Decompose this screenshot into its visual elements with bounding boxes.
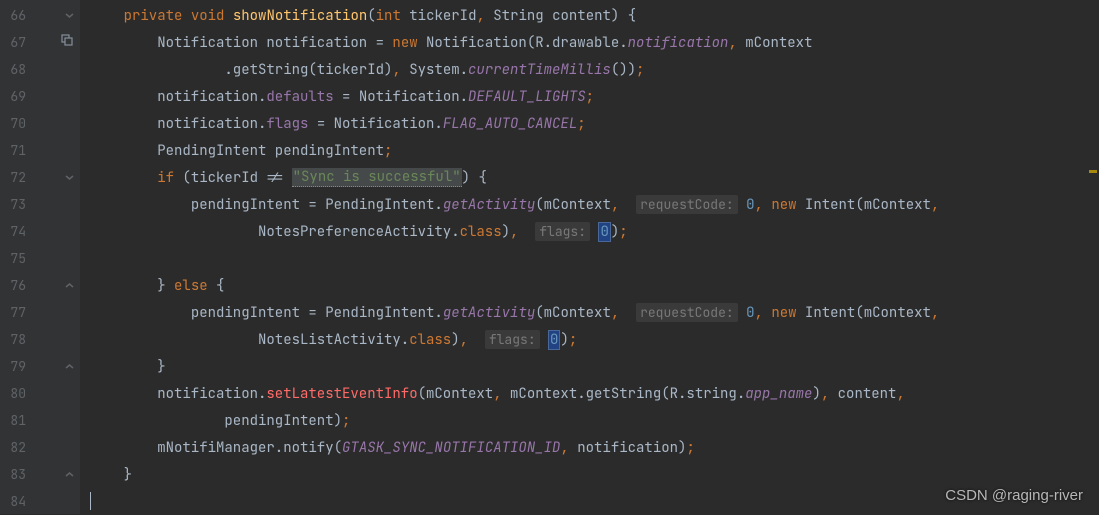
code-line-74: NotesPreferenceActivity.class), flags: 0… [80,218,1099,245]
code-line-75 [80,245,1099,272]
code-line-69: notification.defaults = Notification.DEF… [80,83,1099,110]
watermark-text: CSDN @raging-river [945,487,1083,504]
fold-marker-icon[interactable] [64,11,74,21]
line-number: 75 [0,250,30,267]
code-line-67: Notification notification = new Notifica… [80,29,1099,56]
fold-marker-icon[interactable] [64,173,74,183]
line-number: 68 [0,61,30,78]
code-line-73: pendingIntent = PendingIntent.getActivit… [80,191,1099,218]
code-line-66: private void showNotification(int ticker… [80,2,1099,29]
code-line-78: NotesListActivity.class), flags: 0); [80,326,1099,353]
line-number: 70 [0,115,30,132]
code-content[interactable]: private void showNotification(int ticker… [80,0,1099,514]
line-number: 71 [0,142,30,159]
code-line-82: mNotifiManager.notify(GTASK_SYNC_NOTIFIC… [80,434,1099,461]
line-number: 76 [0,277,30,294]
code-editor: 66 67 68 69 70 71 72 73 74 75 76 77 78 7… [0,0,1099,514]
code-line-77: pendingIntent = PendingIntent.getActivit… [80,299,1099,326]
parameter-hint: requestCode: [636,195,738,214]
code-line-79: } [80,353,1099,380]
line-number: 81 [0,412,30,429]
line-number: 73 [0,196,30,213]
line-number: 77 [0,304,30,321]
fold-close-icon[interactable] [64,281,74,291]
line-number: 83 [0,466,30,483]
gutter: 66 67 68 69 70 71 72 73 74 75 76 77 78 7… [0,0,80,514]
line-number: 84 [0,493,30,510]
fold-close-icon[interactable] [64,362,74,372]
line-number: 79 [0,358,30,375]
parameter-hint: flags: [485,330,540,349]
code-line-70: notification.flags = Notification.FLAG_A… [80,110,1099,137]
copy-icon[interactable] [60,33,74,52]
line-number: 66 [0,7,30,24]
fold-close-icon[interactable] [64,470,74,480]
line-number: 78 [0,331,30,348]
line-number: 72 [0,169,30,186]
code-line-71: PendingIntent pendingIntent; [80,137,1099,164]
code-line-81: pendingIntent); [80,407,1099,434]
text-cursor [90,492,91,510]
code-line-83: } [80,461,1099,488]
line-number: 69 [0,88,30,105]
line-number: 82 [0,439,30,456]
parameter-hint: requestCode: [636,303,738,322]
scrollbar-warning-marker[interactable] [1089,170,1097,173]
line-number: 80 [0,385,30,402]
line-number: 67 [0,34,30,51]
line-number: 74 [0,223,30,240]
scrollbar[interactable] [1087,0,1099,514]
parameter-hint: flags: [535,222,590,241]
code-line-76: } else { [80,272,1099,299]
string-literal-warning: "Sync is successful" [292,168,462,187]
code-line-72: if (tickerId != "Sync is successful") { [80,164,1099,191]
code-line-68: .getString(tickerId), System.currentTime… [80,56,1099,83]
code-line-80: notification.setLatestEventInfo(mContext… [80,380,1099,407]
